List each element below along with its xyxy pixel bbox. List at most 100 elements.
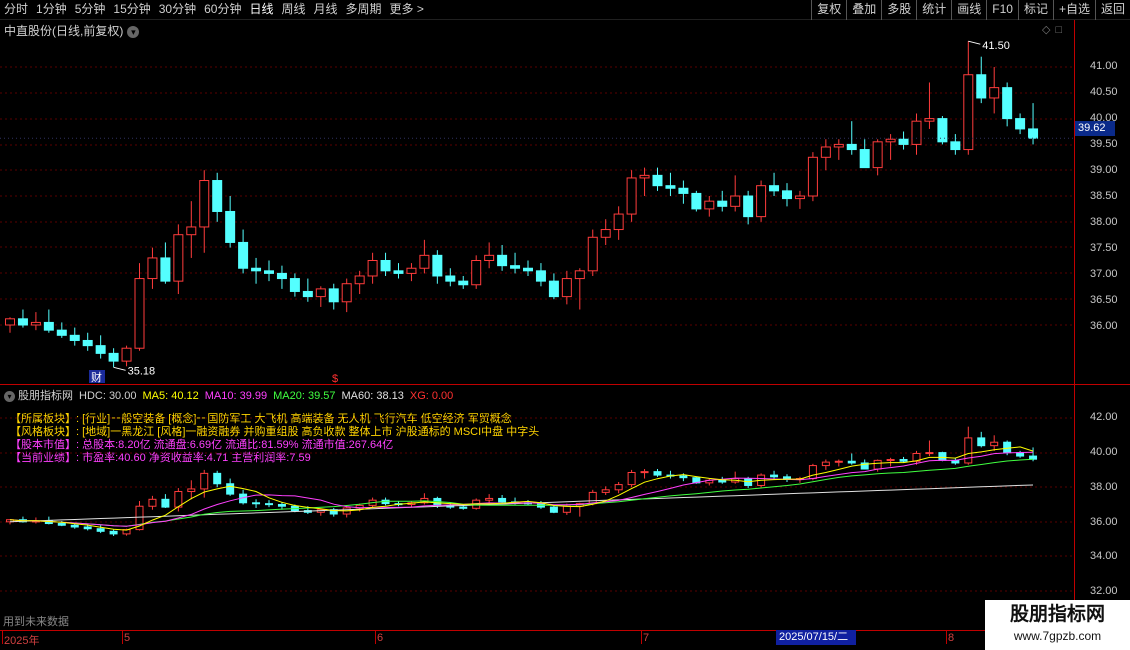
price-candle-down	[548, 280, 559, 298]
price-candle-down	[17, 318, 28, 326]
price-candle-down	[510, 265, 521, 269]
high-marker-line	[968, 40, 981, 45]
price-candle-down	[458, 280, 469, 286]
price-candle-down	[769, 185, 780, 192]
price-tick: 36.00	[1090, 320, 1118, 332]
price-candle-down	[976, 74, 987, 99]
price-candle-down	[846, 143, 857, 151]
indicator-tick: 38.00	[1090, 481, 1118, 493]
price-candle-up	[639, 174, 650, 179]
indicator-candle-up	[640, 471, 649, 474]
price-candle-down	[691, 192, 702, 210]
price-candle-down	[497, 254, 508, 267]
price-tick: 38.50	[1090, 190, 1118, 202]
price-candle-down	[445, 275, 456, 282]
indicator-candle-down	[57, 523, 66, 526]
price-tick: 39.00	[1090, 164, 1118, 176]
indicator-candle-down	[109, 530, 118, 535]
price-candle-up	[354, 275, 365, 285]
price-tick: 40.50	[1090, 86, 1118, 98]
price-candle-up	[134, 278, 145, 349]
price-candle-down	[108, 352, 119, 362]
price-candle-up	[924, 118, 935, 122]
price-candle-down	[937, 118, 948, 143]
price-candle-up	[121, 347, 132, 362]
indicator-candle-down	[83, 526, 92, 530]
date-label: 8	[948, 632, 955, 644]
indicator-candle-down	[498, 497, 507, 503]
indicator-tick: 32.00	[1090, 585, 1118, 597]
indicator-candle-up	[873, 459, 882, 470]
price-candle-up	[173, 234, 184, 282]
indicator-candle-down	[938, 452, 947, 461]
price-candle-up	[820, 146, 831, 158]
indicator-candle-down	[1029, 455, 1038, 460]
price-candle-up	[574, 270, 585, 280]
kline-chart[interactable]: 41.50 35.18 财 $	[0, 0, 1074, 630]
ma5-line	[9, 446, 1034, 531]
indicator-candle-up	[614, 484, 623, 491]
indicator-candle-up	[588, 491, 597, 505]
indicator-candle-up	[562, 505, 571, 513]
price-tick: 37.00	[1090, 268, 1118, 280]
indicator-candle-down	[70, 524, 79, 528]
indicator-candle-down	[459, 506, 468, 509]
price-candle-down	[523, 267, 533, 272]
price-candle-up	[626, 177, 637, 215]
price-candle-up	[704, 200, 715, 210]
date-tick	[641, 630, 642, 644]
indicator-candle-down	[161, 498, 170, 508]
s-marker: $	[332, 373, 338, 385]
date-tick	[375, 630, 376, 644]
indicator-candle-down	[549, 506, 558, 513]
price-candle-down	[652, 174, 663, 187]
indicator-candle-up	[821, 461, 830, 467]
indicator-candle-down	[653, 471, 662, 476]
price-candle-up	[989, 87, 1000, 99]
price-candle-down	[432, 254, 443, 277]
price-candle-down	[225, 210, 236, 243]
price-candle-down	[1028, 128, 1039, 139]
price-candle-down	[43, 321, 54, 331]
price-candle-up	[471, 260, 482, 286]
price-candle-up	[147, 257, 158, 280]
price-candle-down	[69, 334, 80, 341]
toolbar-action-8[interactable]: 返回	[1094, 0, 1130, 20]
indicator-candle-up	[148, 498, 157, 507]
price-candle-up	[367, 260, 378, 277]
indicator-candle-down	[847, 460, 856, 464]
price-candle-down	[535, 270, 546, 282]
price-candle-up	[315, 288, 326, 298]
price-candle-down	[1002, 87, 1013, 120]
indicator-candle-up	[200, 472, 209, 490]
price-tick: 38.00	[1090, 216, 1118, 228]
indicator-candle-down	[252, 502, 261, 505]
indicator-candle-up	[627, 471, 636, 486]
price-candle-up	[406, 267, 417, 274]
price-candle-down	[859, 149, 870, 169]
indicator-candle-up	[886, 459, 895, 462]
indicator-candle-down	[96, 528, 105, 532]
indicator-candle-down	[265, 503, 273, 506]
date-label: 2025年	[4, 635, 40, 647]
price-candle-up	[872, 141, 883, 169]
date-tick	[122, 630, 123, 644]
indicator-candle-up	[808, 465, 817, 480]
fin-marker: 财	[91, 370, 102, 384]
price-candle-up	[561, 278, 572, 298]
price-candle-down	[328, 288, 339, 303]
price-tick: 39.50	[1090, 138, 1118, 150]
date-cursor-label: 2025/07/15/二	[776, 630, 856, 645]
price-candle-down	[264, 270, 274, 274]
price-candle-up	[484, 254, 495, 261]
price-tick: 36.50	[1090, 294, 1118, 306]
indicator-tick: 40.00	[1090, 446, 1118, 458]
indicator-candle-down	[226, 483, 235, 495]
indicator-tick: 42.00	[1090, 411, 1118, 423]
date-tick	[946, 630, 947, 644]
indicator-candle-down	[718, 479, 727, 483]
indicator-candle-down	[770, 474, 779, 478]
indicator-candle-down	[1003, 441, 1012, 454]
indicator-candle-up	[925, 452, 934, 455]
price-candle-down	[898, 138, 909, 145]
